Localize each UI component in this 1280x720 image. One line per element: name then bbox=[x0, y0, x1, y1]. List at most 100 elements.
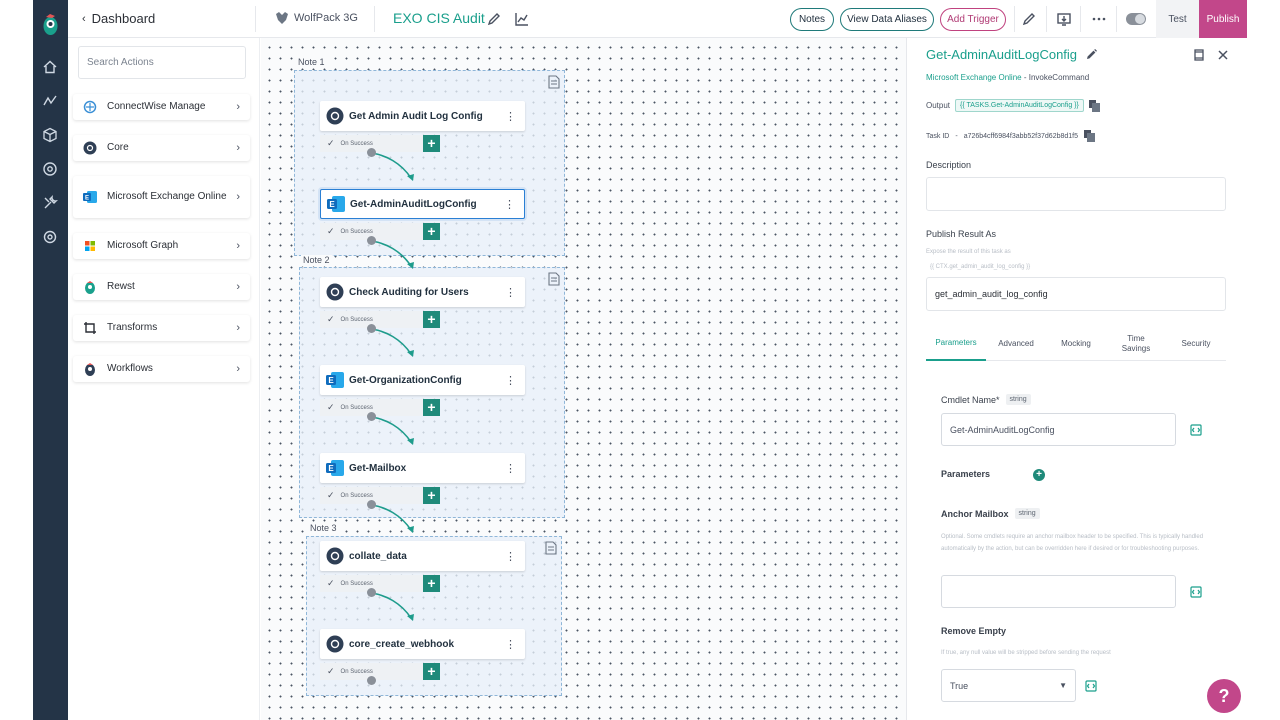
publish-button[interactable]: Publish bbox=[1199, 0, 1247, 38]
add-step-button[interactable]: + bbox=[423, 311, 440, 328]
integration-link[interactable]: Microsoft Exchange Online bbox=[926, 73, 1022, 82]
edit-title-pencil-icon[interactable] bbox=[486, 11, 502, 27]
category-label: Rewst bbox=[107, 281, 135, 292]
category-core[interactable]: Core › bbox=[73, 135, 250, 161]
add-step-button[interactable]: + bbox=[423, 135, 440, 152]
actions-sidebar: ConnectWise Manage › Core › E Microsoft … bbox=[68, 38, 260, 720]
tab-mocking[interactable]: Mocking bbox=[1046, 327, 1106, 361]
add-parameter-button[interactable]: + bbox=[1033, 469, 1045, 481]
connector-handle[interactable] bbox=[367, 148, 376, 157]
edit-pencil-icon[interactable] bbox=[1021, 11, 1037, 27]
add-step-button[interactable]: + bbox=[423, 223, 440, 240]
kebab-menu-icon[interactable]: ⋮ bbox=[503, 638, 517, 651]
code-editor-icon[interactable] bbox=[1190, 585, 1202, 598]
output-chip[interactable]: {{ TASKS.Get-AdminAuditLogConfig }} bbox=[955, 99, 1084, 112]
note-document-icon[interactable] bbox=[547, 272, 560, 286]
category-microsoft-graph[interactable]: Microsoft Graph › bbox=[73, 233, 250, 259]
rewst-logo-icon[interactable] bbox=[40, 12, 61, 36]
tab-parameters[interactable]: Parameters bbox=[926, 327, 986, 361]
tab-time-savings[interactable]: Time Savings bbox=[1116, 327, 1156, 361]
chevron-right-icon: › bbox=[236, 240, 240, 252]
workflow-node-selected[interactable]: E Get-AdminAuditLogConfig ⋮ bbox=[320, 189, 525, 219]
close-icon[interactable] bbox=[1216, 48, 1230, 62]
target-icon[interactable] bbox=[42, 161, 58, 177]
connector-handle[interactable] bbox=[367, 676, 376, 685]
kebab-menu-icon[interactable]: ⋮ bbox=[503, 110, 517, 123]
core-icon bbox=[326, 547, 344, 565]
task-title: Get-AdminAuditLogConfig bbox=[926, 47, 1078, 62]
node-label: collate_data bbox=[349, 550, 407, 562]
note-document-icon[interactable] bbox=[547, 75, 560, 89]
connector-handle[interactable] bbox=[367, 412, 376, 421]
category-transforms[interactable]: Transforms › bbox=[73, 315, 250, 341]
connector-handle[interactable] bbox=[367, 500, 376, 509]
notes-button[interactable]: Notes bbox=[790, 8, 834, 31]
category-label: Microsoft Exchange Online bbox=[107, 191, 227, 202]
help-button[interactable]: ? bbox=[1207, 679, 1241, 713]
kebab-menu-icon[interactable]: ⋮ bbox=[503, 550, 517, 563]
add-step-button[interactable]: + bbox=[423, 663, 440, 680]
category-workflows[interactable]: Workflows › bbox=[73, 356, 250, 382]
chevron-right-icon: › bbox=[236, 191, 240, 203]
tools-icon[interactable] bbox=[42, 194, 59, 211]
workflow-canvas[interactable]: Note 1 Note 2 Note 3 Get Admin Audit Log… bbox=[261, 38, 906, 720]
code-editor-icon[interactable] bbox=[1190, 423, 1202, 436]
category-rewst[interactable]: Rewst › bbox=[73, 274, 250, 300]
copy-icon[interactable] bbox=[1088, 99, 1100, 112]
workflow-node[interactable]: core_create_webhook ⋮ bbox=[320, 629, 525, 659]
workflow-node[interactable]: E Get-OrganizationConfig ⋮ bbox=[320, 365, 525, 395]
note-label[interactable]: Note 1 bbox=[296, 57, 327, 67]
publish-result-input[interactable]: get_admin_audit_log_config bbox=[926, 277, 1226, 311]
connector-handle[interactable] bbox=[367, 236, 376, 245]
add-step-button[interactable]: + bbox=[423, 399, 440, 416]
chevron-right-icon: › bbox=[236, 322, 240, 334]
edit-pencil-icon[interactable] bbox=[1085, 48, 1098, 61]
check-icon: ✓ bbox=[327, 314, 335, 324]
note-label[interactable]: Note 3 bbox=[308, 523, 339, 533]
workflow-node[interactable]: Get Admin Audit Log Config ⋮ bbox=[320, 101, 525, 131]
view-data-aliases-button[interactable]: View Data Aliases bbox=[840, 8, 934, 31]
on-success-label: On Success bbox=[340, 580, 373, 587]
category-connectwise-manage[interactable]: ConnectWise Manage › bbox=[73, 94, 250, 120]
org-selector[interactable]: WolfPack 3G bbox=[275, 12, 358, 24]
analytics-chart-icon[interactable] bbox=[514, 11, 530, 27]
more-options-icon[interactable] bbox=[1091, 11, 1107, 27]
rewst-icon bbox=[83, 280, 97, 294]
add-trigger-button[interactable]: Add Trigger bbox=[940, 8, 1006, 31]
back-to-dashboard-link[interactable]: ‹ Dashboard bbox=[82, 11, 155, 26]
export-icon[interactable] bbox=[1056, 11, 1072, 27]
kebab-menu-icon[interactable]: ⋮ bbox=[503, 462, 517, 475]
anchor-mailbox-input[interactable] bbox=[941, 575, 1176, 608]
topbar-divider bbox=[1080, 6, 1081, 32]
add-step-button[interactable]: + bbox=[423, 487, 440, 504]
expand-panel-icon[interactable] bbox=[1192, 48, 1206, 62]
remove-empty-label-text: Remove Empty bbox=[941, 626, 1007, 636]
kebab-menu-icon[interactable]: ⋮ bbox=[503, 286, 517, 299]
caret-down-icon: ▼ bbox=[1059, 681, 1067, 690]
code-editor-icon[interactable] bbox=[1085, 679, 1097, 692]
workflow-toggle[interactable] bbox=[1126, 13, 1146, 25]
remove-empty-select[interactable]: True ▼ bbox=[941, 669, 1076, 702]
category-microsoft-exchange-online[interactable]: E Microsoft Exchange Online › bbox=[73, 176, 250, 218]
kebab-menu-icon[interactable]: ⋮ bbox=[502, 198, 516, 211]
copy-icon[interactable] bbox=[1084, 130, 1096, 142]
search-actions-input[interactable] bbox=[78, 46, 246, 79]
cube-icon[interactable] bbox=[42, 127, 58, 143]
settings-icon[interactable] bbox=[42, 229, 58, 245]
note-label[interactable]: Note 2 bbox=[301, 255, 332, 265]
note-document-icon[interactable] bbox=[544, 541, 557, 555]
connector-handle[interactable] bbox=[367, 588, 376, 597]
description-input[interactable] bbox=[926, 177, 1226, 211]
workflow-node[interactable]: E Get-Mailbox ⋮ bbox=[320, 453, 525, 483]
add-step-button[interactable]: + bbox=[423, 575, 440, 592]
workflow-node[interactable]: Check Auditing for Users ⋮ bbox=[320, 277, 525, 307]
connector-handle[interactable] bbox=[367, 324, 376, 333]
tab-security[interactable]: Security bbox=[1166, 327, 1226, 361]
kebab-menu-icon[interactable]: ⋮ bbox=[503, 374, 517, 387]
home-icon[interactable] bbox=[42, 59, 58, 75]
flows-icon[interactable] bbox=[42, 93, 58, 109]
cmdlet-name-input[interactable]: Get-AdminAuditLogConfig bbox=[941, 413, 1176, 446]
workflow-node[interactable]: collate_data ⋮ bbox=[320, 541, 525, 571]
tab-advanced[interactable]: Advanced bbox=[986, 327, 1046, 361]
test-button[interactable]: Test bbox=[1156, 0, 1199, 38]
